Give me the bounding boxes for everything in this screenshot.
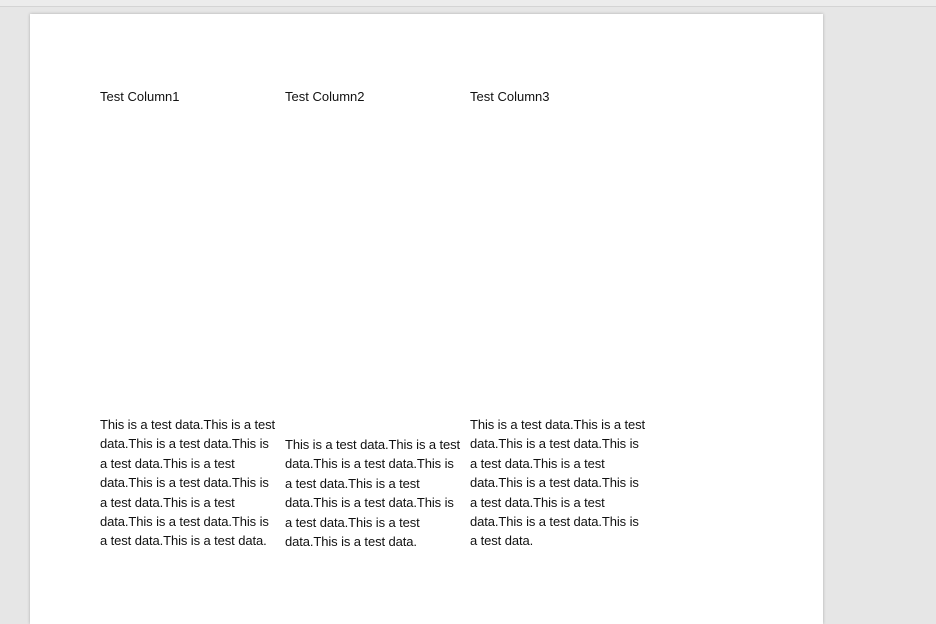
table-cell-row1-col2: This is a test data.This is a test data.… bbox=[285, 437, 461, 550]
column-header-2: Test Column2 bbox=[285, 89, 365, 104]
column-header-1: Test Column1 bbox=[100, 89, 180, 104]
table-cell-row1-col3: This is a test data.This is a test data.… bbox=[470, 417, 646, 549]
window-top-border bbox=[0, 0, 936, 7]
column-header-3: Test Column3 bbox=[470, 89, 550, 104]
table-cell-row1-col1: This is a test data.This is a test data.… bbox=[100, 417, 276, 549]
document-page[interactable]: Test Column1 Test Column2 Test Column3 T… bbox=[30, 14, 823, 624]
